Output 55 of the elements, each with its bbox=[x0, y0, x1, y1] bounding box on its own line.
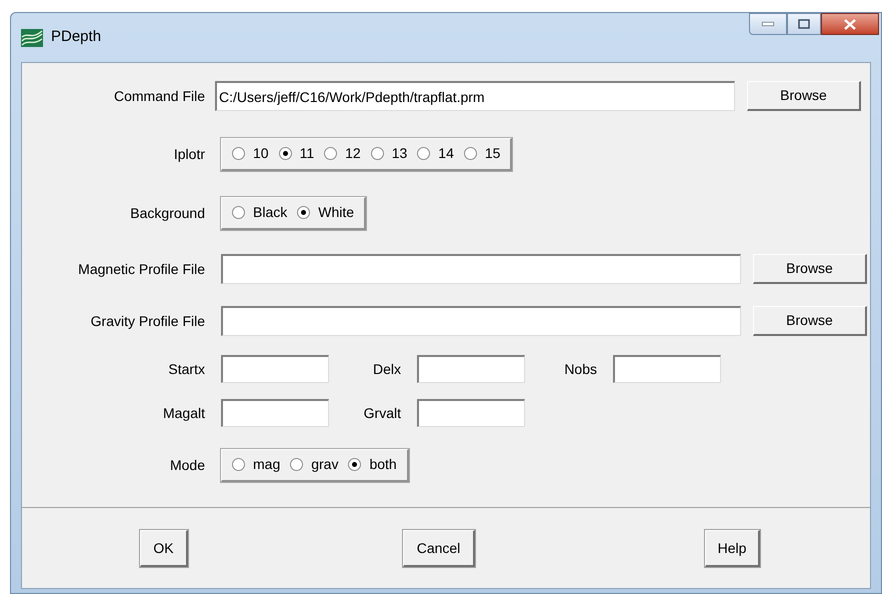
text-field[interactable] bbox=[613, 355, 721, 383]
field-label: Gravity Profile File bbox=[90, 312, 205, 331]
radio-button[interactable] bbox=[278, 147, 292, 160]
option-label: 15 bbox=[484, 144, 500, 163]
radio-button[interactable] bbox=[370, 147, 384, 160]
dialog-button[interactable]: Cancel bbox=[403, 530, 475, 567]
option-label: White bbox=[318, 203, 354, 222]
field-label: Mode bbox=[168, 456, 205, 474]
field-label: Iplotr bbox=[172, 144, 205, 164]
text-field[interactable] bbox=[221, 306, 741, 336]
field-label: Delx bbox=[372, 360, 401, 378]
option-label: 11 bbox=[300, 144, 314, 163]
text-field[interactable] bbox=[221, 355, 329, 383]
field-label: Startx bbox=[167, 360, 205, 378]
radio-button[interactable] bbox=[232, 206, 245, 219]
text-field[interactable] bbox=[417, 355, 525, 383]
maximize-button[interactable] bbox=[787, 13, 821, 35]
browse-button[interactable]: Browse bbox=[747, 81, 861, 111]
radio-button[interactable] bbox=[232, 147, 245, 160]
option-label: 13 bbox=[392, 144, 408, 163]
text-field[interactable] bbox=[221, 254, 741, 284]
app-icon bbox=[21, 28, 43, 46]
dialog-button[interactable]: Help bbox=[705, 530, 760, 567]
option-label: 10 bbox=[253, 144, 269, 163]
option-label: 14 bbox=[438, 144, 454, 163]
option-label: both bbox=[369, 455, 397, 474]
close-button[interactable] bbox=[821, 13, 879, 35]
browse-button[interactable]: Browse bbox=[753, 306, 867, 336]
radio-button[interactable] bbox=[232, 458, 245, 471]
text-field[interactable] bbox=[417, 399, 525, 427]
dialog-button[interactable]: OK bbox=[140, 530, 188, 567]
browse-button[interactable]: Browse bbox=[753, 254, 867, 284]
option-label: 12 bbox=[345, 144, 361, 163]
minimize-icon bbox=[762, 22, 774, 26]
field-label: Magalt bbox=[162, 404, 205, 423]
field-label: Background bbox=[129, 204, 205, 223]
close-icon bbox=[844, 18, 856, 30]
option-label: Black bbox=[253, 203, 288, 222]
window-title: PDepth bbox=[51, 27, 102, 48]
field-label: Grvalt bbox=[362, 404, 401, 422]
radio-button[interactable] bbox=[464, 147, 477, 160]
field-label: Command File bbox=[112, 86, 205, 106]
field-label: Nobs bbox=[563, 360, 597, 378]
option-label: mag bbox=[253, 455, 280, 474]
radio-button[interactable] bbox=[348, 458, 362, 471]
text-field[interactable]: C:/Users/jeff/C16/Work/Pdepth/trapflat.prm bbox=[215, 81, 735, 111]
text-field[interactable] bbox=[221, 399, 329, 427]
radio-button[interactable] bbox=[290, 458, 304, 471]
field-label: Magnetic Profile File bbox=[77, 260, 205, 279]
maximize-icon bbox=[798, 19, 810, 29]
radio-button[interactable] bbox=[297, 206, 310, 219]
radio-button[interactable] bbox=[417, 147, 430, 160]
option-label: grav bbox=[311, 455, 338, 474]
radio-button[interactable] bbox=[324, 147, 338, 160]
minimize-button[interactable] bbox=[749, 13, 787, 35]
